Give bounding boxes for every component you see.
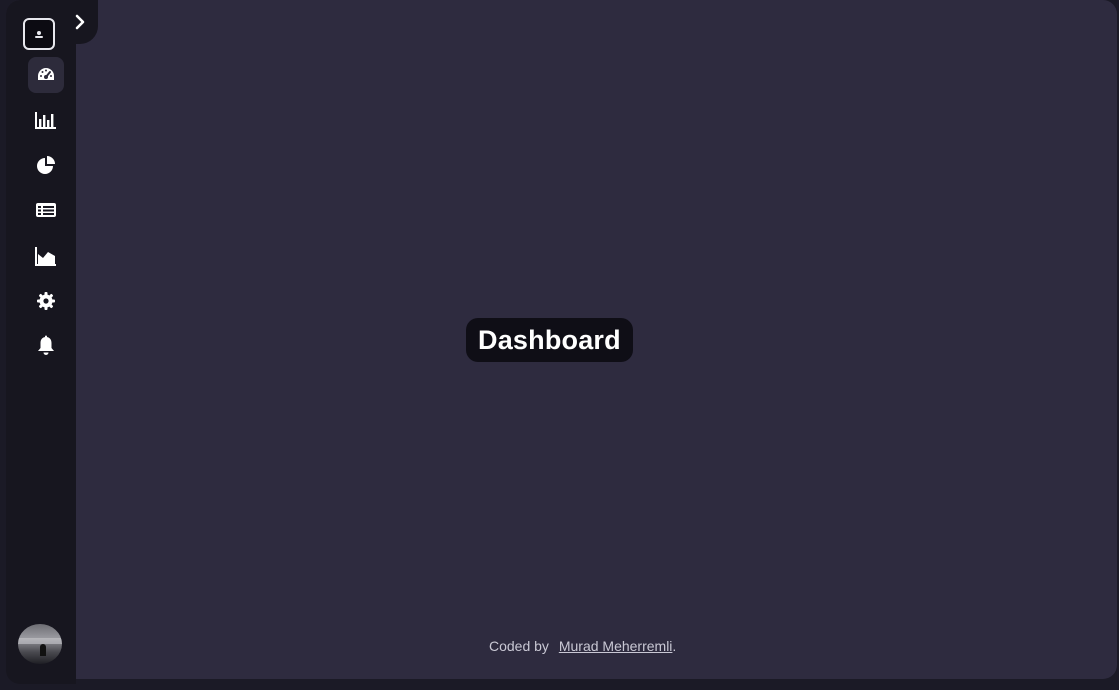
sidebar-item-area-chart[interactable] xyxy=(28,238,64,274)
sidebar-item-settings[interactable] xyxy=(28,283,64,319)
pie-chart-icon xyxy=(37,156,55,174)
bell-icon xyxy=(38,335,54,355)
page-title: Dashboard xyxy=(466,318,633,362)
sidebar-toggle-button[interactable] xyxy=(62,0,98,44)
sidebar-item-notifications[interactable] xyxy=(28,328,64,364)
app-frame: Dashboard Coded by Murad Meherremli. xyxy=(0,0,1119,690)
sidebar-item-dashboard[interactable] xyxy=(28,57,64,93)
chevron-right-icon xyxy=(75,14,85,30)
app-logo[interactable] xyxy=(23,18,55,50)
author-link[interactable]: Murad Meherremli xyxy=(559,638,673,654)
user-avatar[interactable] xyxy=(18,624,62,664)
gear-icon xyxy=(37,292,55,310)
sidebar-item-bar-chart[interactable] xyxy=(28,102,64,138)
gauge-icon xyxy=(38,68,54,80)
footer-suffix: . xyxy=(672,638,677,654)
area-chart-icon xyxy=(35,247,56,266)
bar-chart-icon xyxy=(35,112,56,129)
sidebar-item-pie-chart[interactable] xyxy=(28,147,64,183)
table-icon xyxy=(36,203,56,217)
footer-credit: Coded by Murad Meherremli. xyxy=(489,638,676,654)
footer-prefix: Coded by xyxy=(489,638,549,654)
avatar-photo-horizon xyxy=(18,638,62,644)
avatar-photo-figure xyxy=(40,644,46,656)
user-icon xyxy=(35,31,43,38)
sidebar-item-table[interactable] xyxy=(28,192,64,228)
